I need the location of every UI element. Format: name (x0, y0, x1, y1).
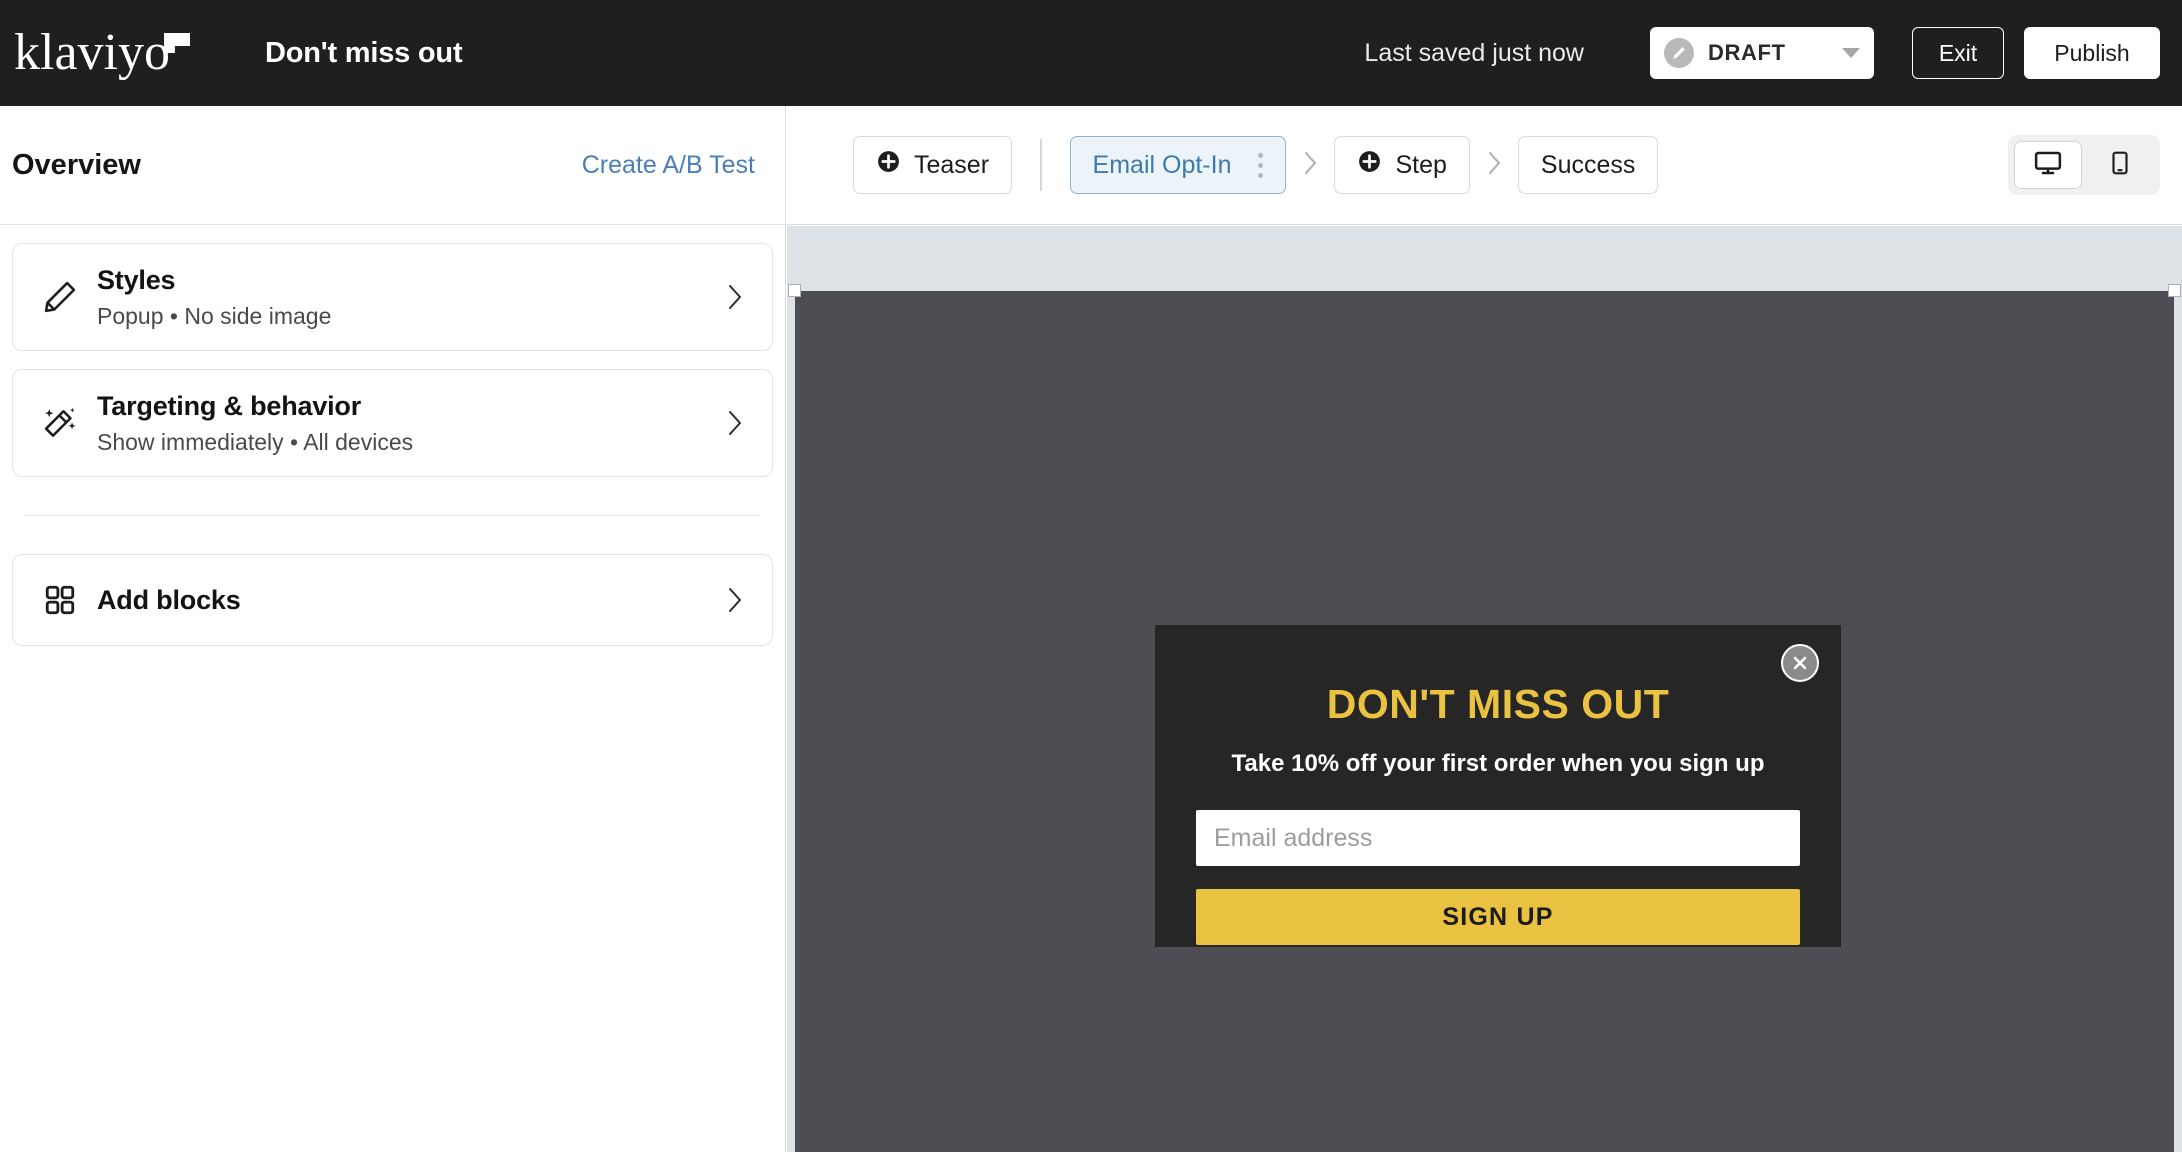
step-email-opt-in[interactable]: Email Opt-In (1069, 136, 1287, 194)
sidebar-card-targeting[interactable]: Targeting & behavior Show immediately • … (12, 369, 773, 477)
add-teaser-button[interactable]: Teaser (853, 136, 1013, 194)
header-actions: Last saved just now DRAFT Exit Publish (1364, 27, 2160, 79)
chevron-right-icon (724, 583, 746, 617)
resize-handle-top-right[interactable] (2168, 284, 2181, 297)
email-input[interactable]: Email address (1196, 810, 1800, 866)
sidebar-header: Overview Create A/B Test (0, 106, 785, 225)
grid-blocks-icon (33, 583, 87, 617)
add-step-label: Step (1395, 150, 1447, 179)
close-circle-icon[interactable] (1781, 644, 1819, 682)
step-navigation: Teaser Email Opt-In Step Success (787, 106, 2182, 225)
card-text: Targeting & behavior Show immediately • … (97, 391, 413, 456)
page-title: Don't miss out (264, 36, 463, 69)
app-header: klaviyo Don't miss out Last saved just n… (0, 0, 2182, 106)
sidebar-cards: Styles Popup • No side image Targeting &… (0, 225, 785, 646)
logo-wordmark: klaviyo (14, 24, 170, 81)
card-subtitle: Show immediately • All devices (97, 428, 414, 455)
save-status-text: Last saved just now (1364, 38, 1584, 67)
step-success[interactable]: Success (1517, 136, 1659, 194)
sidebar-title: Overview (12, 148, 141, 181)
flag-icon (163, 33, 190, 53)
resize-handle-top-left[interactable] (788, 284, 801, 297)
magic-wand-icon (33, 404, 87, 442)
card-subtitle: Popup • No side image (97, 302, 332, 329)
popup-subheading: Take 10% off your first order when you s… (1231, 750, 1765, 777)
device-preview-toggle (2008, 135, 2160, 195)
status-dropdown[interactable]: DRAFT (1650, 27, 1874, 79)
step-label: Email Opt-In (1092, 150, 1232, 179)
chevron-right-icon (1484, 148, 1504, 183)
sidebar-card-add-blocks[interactable]: Add blocks (12, 554, 773, 646)
desktop-preview-button[interactable] (2014, 141, 2082, 189)
popup-preview[interactable]: DON'T MISS OUT Take 10% off your first o… (1155, 625, 1841, 947)
chevron-right-icon (724, 406, 746, 440)
card-title: Add blocks (97, 584, 241, 615)
chevron-down-icon (1842, 48, 1860, 58)
step-divider (1040, 139, 1042, 191)
mobile-preview-button[interactable] (2086, 141, 2154, 189)
card-title: Targeting & behavior (97, 390, 362, 421)
overview-sidebar: Overview Create A/B Test Styles Popup • … (0, 106, 786, 1152)
publish-button[interactable]: Publish (2024, 27, 2160, 79)
plus-circle-icon (876, 149, 901, 181)
desktop-monitor-icon (2033, 148, 2063, 183)
card-title: Styles (97, 264, 176, 295)
card-text: Add blocks (97, 585, 241, 616)
mobile-phone-icon (2107, 150, 2133, 181)
kebab-menu-icon[interactable] (1247, 145, 1273, 185)
plus-circle-icon (1357, 149, 1382, 181)
create-ab-test-link[interactable]: Create A/B Test (582, 151, 755, 180)
chevron-right-icon (1300, 148, 1320, 183)
add-step-button[interactable]: Step (1334, 136, 1470, 194)
sign-up-button[interactable]: SIGN UP (1196, 889, 1800, 945)
step-label: Success (1540, 150, 1636, 179)
sidebar-divider (24, 515, 761, 516)
popup-heading: DON'T MISS OUT (1326, 681, 1670, 727)
card-text: Styles Popup • No side image (97, 265, 331, 330)
draft-pencil-icon (1664, 38, 1694, 68)
add-teaser-label: Teaser (914, 150, 990, 179)
sidebar-card-styles[interactable]: Styles Popup • No side image (12, 243, 773, 351)
status-label: DRAFT (1708, 40, 1786, 65)
exit-button[interactable]: Exit (1912, 27, 2004, 79)
chevron-right-icon (724, 280, 746, 314)
pencil-icon (33, 278, 87, 316)
klaviyo-logo[interactable]: klaviyo (14, 27, 190, 79)
